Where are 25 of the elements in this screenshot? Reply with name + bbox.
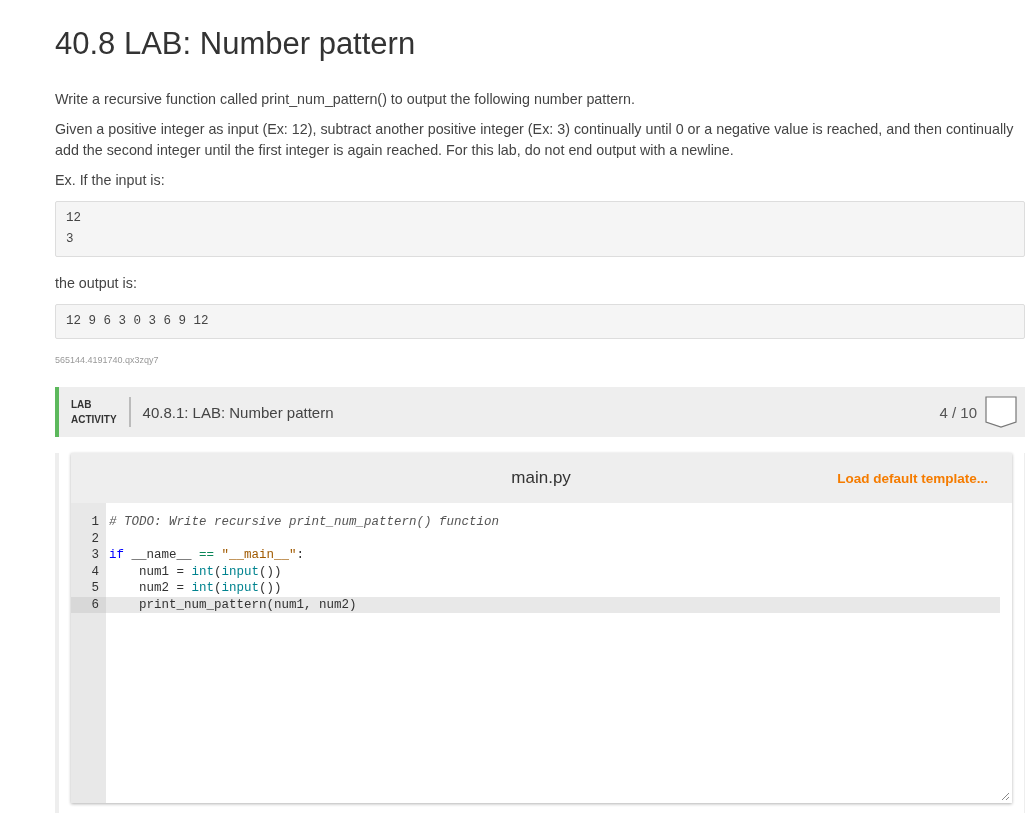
line-number: 3 (90, 547, 100, 564)
file-name: main.py (510, 468, 572, 488)
resize-grip-icon[interactable] (1002, 793, 1009, 800)
code-line: num2 = int(input()) (138, 580, 283, 597)
activity-type-label: ACTIVITY (71, 413, 117, 427)
line-number: 4 (90, 563, 100, 580)
input-example: 12 3 (55, 201, 1025, 257)
line-number: 5 (90, 580, 100, 597)
code-line: num1 = int(input()) (138, 563, 283, 580)
page-title: 40.8 LAB: Number pattern (55, 26, 417, 62)
code-line: if __name__ == "__main__": (108, 547, 306, 564)
code-line: # TODO: Write recursive print_num_pattern() function (108, 514, 501, 531)
output-example: 12 9 6 3 0 3 6 9 12 (55, 304, 1025, 339)
output-label: the output is: (55, 274, 138, 293)
code-editor[interactable]: 1 2 3 4 5 6 # TODO: Write recursive print_num_pattern() function if __name__ == "__main__": num1 = int(input()) num2 = int(input()) print_num_pattern(num1, num2) (71, 503, 1012, 803)
instruction-text: Given a positive integer as input (Ex: 12), subtract another positive integer (Ex: 3) continually until 0 or a negative value is reached, and then continually add the second integer until the first integer is again reached. For this lab, do not end output with a newline. (55, 120, 1015, 160)
instruction-text: Ex. If the input is: (55, 171, 166, 190)
instruction-text: Write a recursive function called print_num_pattern() to output the following number pattern. (55, 90, 636, 109)
score: 4 / 10 (939, 403, 977, 421)
line-number: 1 (90, 514, 100, 531)
activity-title: 40.8.1: LAB: Number pattern (142, 403, 335, 421)
activity-type-label: LAB (71, 398, 93, 412)
code-id: 565144.4191740.qx3zqy7 (55, 355, 160, 365)
line-number: 2 (90, 530, 100, 547)
line-number: 6 (71, 596, 106, 613)
